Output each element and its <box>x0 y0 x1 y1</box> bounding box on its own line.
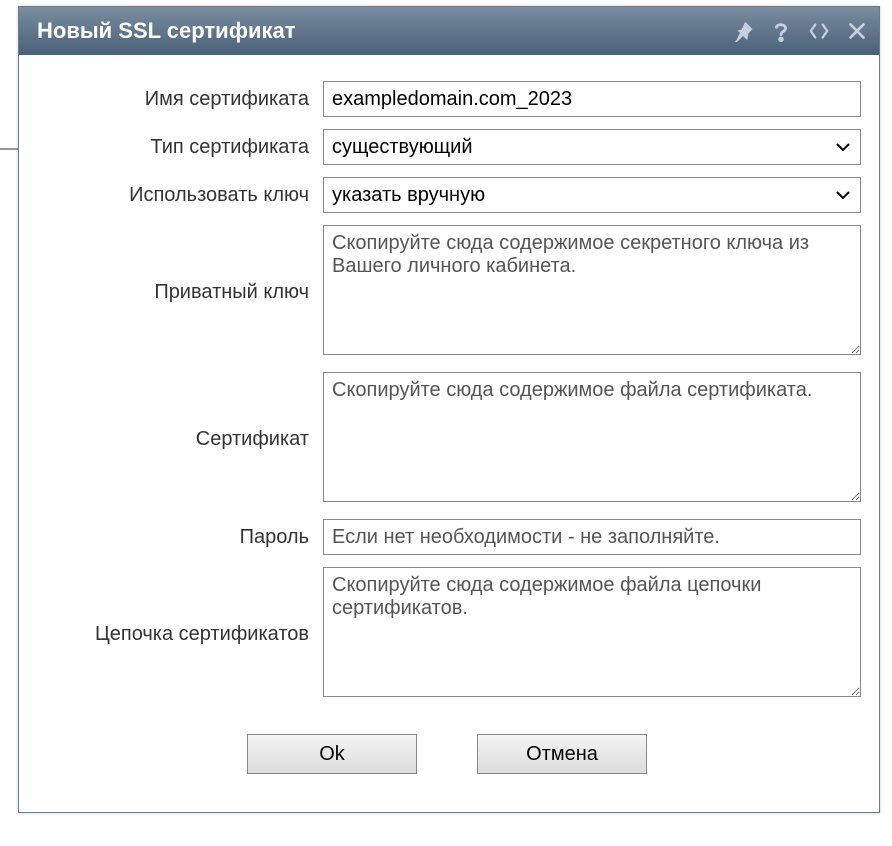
row-cert-name: Имя сертификата <box>33 81 861 117</box>
chain-textarea[interactable] <box>323 567 861 697</box>
private-key-textarea[interactable] <box>323 225 861 355</box>
row-private-key: Приватный ключ <box>33 225 861 360</box>
certificate-textarea[interactable] <box>323 372 861 502</box>
form-body: Имя сертификата Тип сертификата существу… <box>19 55 879 812</box>
expand-icon[interactable] <box>807 19 831 43</box>
row-cert-type: Тип сертификата существующий <box>33 129 861 165</box>
label-cert-name: Имя сертификата <box>33 88 323 111</box>
dialog-title: Новый SSL сертификат <box>37 18 731 44</box>
button-row: Ok Отмена <box>33 714 861 792</box>
cert-name-input[interactable] <box>323 81 861 117</box>
label-cert-type: Тип сертификата <box>33 136 323 159</box>
label-use-key: Использовать ключ <box>33 184 323 207</box>
label-private-key: Приватный ключ <box>33 281 323 304</box>
ssl-certificate-dialog: Новый SSL сертификат <box>18 6 880 813</box>
cancel-button[interactable]: Отмена <box>477 734 647 774</box>
help-icon[interactable] <box>769 19 793 43</box>
ok-button[interactable]: Ok <box>247 734 417 774</box>
use-key-select[interactable]: указать вручную <box>323 177 861 213</box>
password-input[interactable] <box>323 519 861 555</box>
close-icon[interactable] <box>845 19 869 43</box>
row-certificate: Сертификат <box>33 372 861 507</box>
pin-icon[interactable] <box>731 19 755 43</box>
titlebar: Новый SSL сертификат <box>19 7 879 55</box>
cert-type-select[interactable]: существующий <box>323 129 861 165</box>
page-divider <box>0 148 18 150</box>
row-use-key: Использовать ключ указать вручную <box>33 177 861 213</box>
label-chain: Цепочка сертификатов <box>33 623 323 646</box>
titlebar-icons <box>731 19 869 43</box>
row-chain: Цепочка сертификатов <box>33 567 861 702</box>
row-password: Пароль <box>33 519 861 555</box>
label-certificate: Сертификат <box>33 428 323 451</box>
label-password: Пароль <box>33 526 323 549</box>
